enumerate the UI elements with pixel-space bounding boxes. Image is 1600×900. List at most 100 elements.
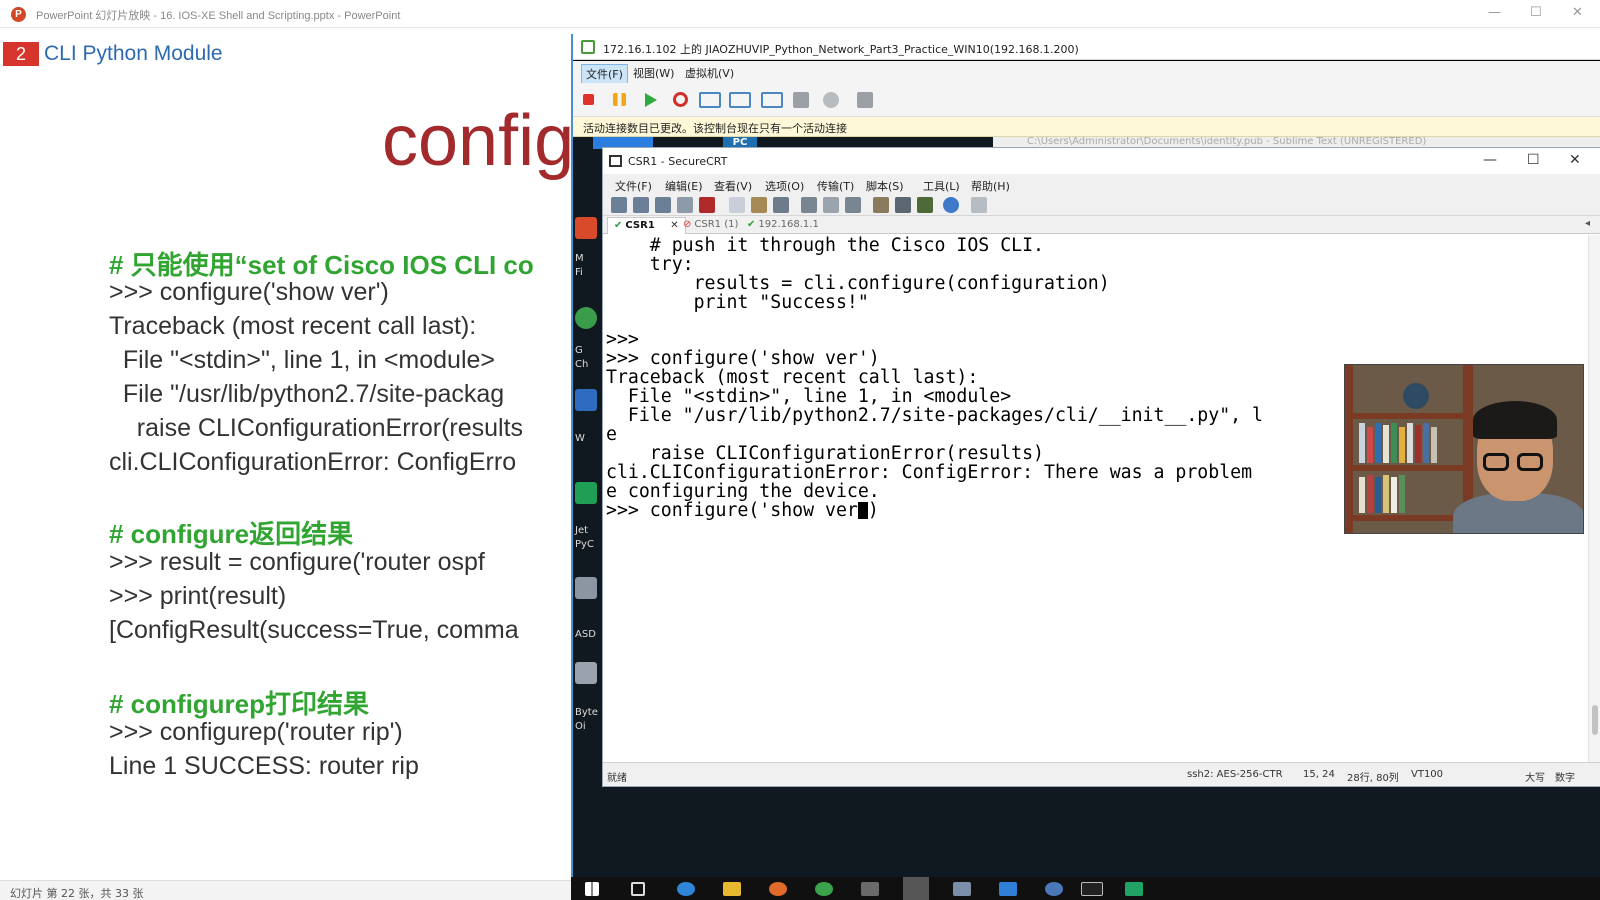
book xyxy=(1391,423,1397,463)
print-icon[interactable] xyxy=(845,197,861,213)
tools-icon[interactable] xyxy=(823,92,839,108)
crt-menu-help[interactable]: 帮助(H) xyxy=(971,178,1010,194)
sublime-icon[interactable] xyxy=(861,882,879,896)
vmware-menu-view[interactable]: 视图(W) xyxy=(629,64,678,82)
crt-menu-transfer[interactable]: 传输(T) xyxy=(817,178,854,194)
desktop-icon[interactable] xyxy=(575,662,597,684)
snapshot-icon[interactable] xyxy=(699,92,721,108)
quick-connect-icon[interactable] xyxy=(633,197,649,213)
status-ready: 就绪 xyxy=(607,773,627,784)
disconnect-icon[interactable] xyxy=(699,197,715,213)
fullscreen-icon[interactable] xyxy=(857,92,873,108)
slide-code-line: File "<stdin>", line 1, in <module> xyxy=(109,346,496,374)
crt-menu-tools[interactable]: 工具(L) xyxy=(923,178,960,194)
find-icon[interactable] xyxy=(773,197,789,213)
slide-body: # 只能使用“set of Cisco IOS CLI co >>> confi… xyxy=(109,240,569,800)
terminal-icon[interactable] xyxy=(1081,882,1103,896)
connected-check-icon: ✔ xyxy=(747,219,756,230)
securecrt-toolbar xyxy=(603,194,1600,216)
connect-icon[interactable] xyxy=(611,197,627,213)
pycharm-icon[interactable] xyxy=(1125,882,1143,896)
paste-icon[interactable] xyxy=(751,197,767,213)
jetbrains-desktop-icon[interactable] xyxy=(575,482,597,504)
firefox-icon[interactable] xyxy=(769,882,787,896)
edge-icon[interactable] xyxy=(677,882,695,896)
slide-code-line: >>> configurep('router rip') xyxy=(109,718,403,746)
desktop-icon-label: ASD xyxy=(575,629,596,640)
terminal-prompt-line[interactable]: >>> configure('show ver) xyxy=(606,501,879,521)
securecrt-titlebar[interactable]: CSR1 - SecureCRT — ☐ ✕ xyxy=(603,148,1600,174)
tab-csr1-1[interactable]: ⊘ CSR1 (1) xyxy=(677,217,744,234)
close-icon[interactable]: ✕ xyxy=(1572,5,1583,20)
desktop-icon[interactable] xyxy=(575,217,597,239)
vmware-menubar: 文件(F) 视图(W) 虚拟机(V) xyxy=(573,61,1600,84)
vmware-menu-vm[interactable]: 虚拟机(V) xyxy=(681,64,738,82)
suspend-icon[interactable] xyxy=(613,93,626,106)
book xyxy=(1383,475,1389,513)
sftp-icon[interactable] xyxy=(971,197,987,213)
slide-code-line: File "/usr/lib/python2.7/site-packag xyxy=(109,380,505,408)
book xyxy=(1423,423,1429,463)
wireshark-icon[interactable] xyxy=(999,882,1017,896)
log-session-icon[interactable] xyxy=(823,197,839,213)
taskbar-app-icon[interactable] xyxy=(953,882,971,896)
vmware-titlebar[interactable]: 172.16.1.102 上的 JIAOZHUVIP_Python_Networ… xyxy=(573,34,1600,60)
print-setup-icon[interactable] xyxy=(801,197,817,213)
tab-scroll-left-icon[interactable]: ◂ xyxy=(1585,218,1590,229)
terminal-line: cli.CLIConfigurationError: ConfigError: … xyxy=(606,462,1253,483)
connect-tab-icon[interactable] xyxy=(655,197,671,213)
chrome-desktop-icon[interactable] xyxy=(575,307,597,329)
minimize-icon[interactable]: — xyxy=(1488,5,1501,20)
terminal-scrollbar[interactable] xyxy=(1588,235,1600,762)
send-keys-icon[interactable] xyxy=(793,92,809,108)
slide-counter: 幻灯片 第 22 张，共 33 张 xyxy=(10,887,144,900)
copy-icon[interactable] xyxy=(729,197,745,213)
desktop-icon-label: Oi xyxy=(575,721,586,732)
crt-menu-options[interactable]: 选项(O) xyxy=(765,178,804,194)
vmware-menu-file[interactable]: 文件(F) xyxy=(581,64,628,84)
close-icon[interactable]: ✕ xyxy=(1569,152,1581,168)
book xyxy=(1415,425,1421,463)
powerpoint-window-title: PowerPoint 幻灯片放映 - 16. IOS-XE Shell and … xyxy=(36,10,401,22)
sublime-window-title: C:\Users\Administrator\Documents\identit… xyxy=(1027,137,1427,147)
manage-snapshots-icon[interactable] xyxy=(761,92,783,108)
terminal-line: raise CLIConfigurationError(results) xyxy=(606,443,1044,464)
reconnect-icon[interactable] xyxy=(677,197,693,213)
maximize-icon[interactable]: ☐ xyxy=(1530,5,1542,20)
tab-csr1[interactable]: ✔ CSR1 ✕ xyxy=(607,217,686,234)
crt-menu-view[interactable]: 查看(V) xyxy=(714,178,752,194)
windows-taskbar xyxy=(571,877,1600,900)
revert-snapshot-icon[interactable] xyxy=(729,92,751,108)
power-off-icon[interactable] xyxy=(583,94,594,105)
crt-menu-script[interactable]: 脚本(S) xyxy=(866,178,904,194)
chrome-icon[interactable] xyxy=(815,882,833,896)
terminal-line: e configuring the device. xyxy=(606,481,880,502)
file-explorer-icon[interactable] xyxy=(723,882,741,896)
session-options-icon[interactable] xyxy=(873,197,889,213)
desktop-icon[interactable] xyxy=(575,389,597,411)
desktop-icon[interactable] xyxy=(575,577,597,599)
minimize-icon[interactable]: — xyxy=(1483,152,1497,168)
crt-menu-file[interactable]: 文件(F) xyxy=(615,178,652,194)
securecrt-taskbar-icon[interactable] xyxy=(903,877,929,900)
tab-192-168-1-1[interactable]: ✔ 192.168.1.1 xyxy=(741,217,825,234)
crt-menu-edit[interactable]: 编辑(E) xyxy=(665,178,703,194)
slide-section-number: 2 xyxy=(3,42,39,66)
global-options-icon[interactable] xyxy=(895,197,911,213)
reset-icon[interactable] xyxy=(673,92,688,107)
scrollbar-thumb[interactable] xyxy=(1592,705,1598,735)
start-icon[interactable] xyxy=(585,882,599,896)
slide-comment: # 只能使用“set of Cisco IOS CLI co xyxy=(109,250,534,280)
slide-code-line: Traceback (most recent call last): xyxy=(109,312,477,340)
power-on-icon[interactable] xyxy=(645,93,657,107)
securecrt-window-title: CSR1 - SecureCRT xyxy=(628,155,728,168)
tab-label: 192.168.1.1 xyxy=(758,219,819,230)
taskbar-app-icon[interactable] xyxy=(1045,882,1063,896)
task-view-icon[interactable] xyxy=(631,882,645,896)
slide-comment: # configurep打印结果 xyxy=(109,689,370,719)
slide-code-line: cli.CLIConfigurationError: ConfigErro xyxy=(109,448,517,476)
maximize-icon[interactable]: ☐ xyxy=(1527,152,1540,168)
help-icon[interactable] xyxy=(943,197,959,213)
powerpoint-titlebar[interactable]: P PowerPoint 幻灯片放映 - 16. IOS-XE Shell an… xyxy=(0,0,1600,28)
keymap-icon[interactable] xyxy=(917,197,933,213)
